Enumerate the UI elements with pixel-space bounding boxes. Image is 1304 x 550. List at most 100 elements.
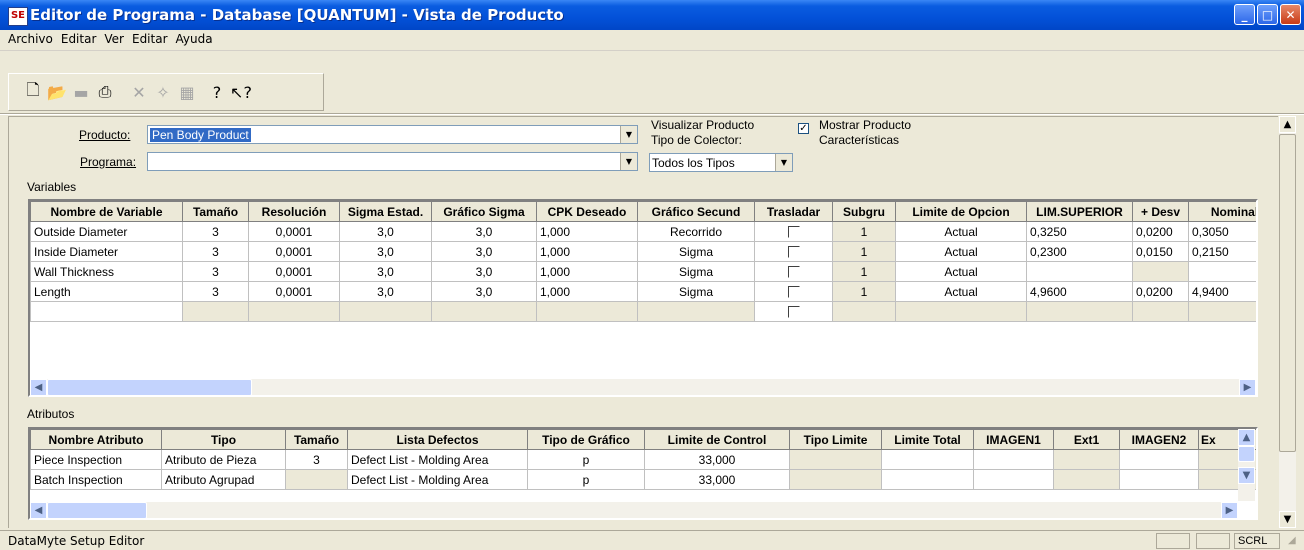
column-header[interactable]: IMAGEN2 [1119, 429, 1199, 450]
table-row[interactable]: Wall Thickness 3 0,0001 3,0 3,0 1,000 Si… [30, 261, 1256, 282]
variables-grid[interactable]: Nombre de Variable Tamaño Resolución Sig… [28, 199, 1258, 397]
menu-editar-2[interactable]: Editar [128, 30, 172, 46]
grid-cell[interactable]: Inside Diameter [30, 241, 183, 262]
new-icon[interactable]: 🗋 [22, 80, 44, 103]
save-icon[interactable]: ▬ [70, 81, 92, 103]
grid-cell[interactable]: Sigma [637, 261, 755, 282]
variables-horizontal-scrollbar[interactable]: ◀ ▶ [30, 378, 1256, 395]
column-header[interactable]: Tipo de Gráfico [527, 429, 645, 450]
grid-cell[interactable]: Atributo de Pieza [161, 449, 286, 470]
grid-cell[interactable]: 0,2150 [1188, 241, 1256, 262]
grid-cell[interactable] [536, 301, 638, 322]
grid-cell[interactable]: 1 [832, 261, 896, 282]
main-vertical-scrollbar[interactable]: ▲ ▼ [1279, 116, 1296, 528]
grid-cell[interactable]: Defect List - Molding Area [347, 449, 528, 470]
grid-cell[interactable]: Recorrido [637, 221, 755, 242]
grid-cell[interactable] [973, 469, 1054, 490]
grid-cell[interactable]: 1 [832, 281, 896, 302]
grid-cell[interactable] [182, 301, 249, 322]
grid-cell[interactable] [1026, 261, 1133, 282]
table-row-new[interactable] [30, 301, 1256, 322]
context-help-icon[interactable]: ↖? [230, 81, 252, 103]
column-header[interactable]: Nominal [1188, 201, 1256, 222]
column-header[interactable]: Tamaño [285, 429, 348, 450]
report-icon[interactable]: ▦ [176, 81, 198, 103]
scroll-right-icon[interactable]: ▶ [1221, 502, 1238, 518]
column-header[interactable]: Limite de Opcion [895, 201, 1027, 222]
grid-cell[interactable]: p [527, 449, 645, 470]
grid-cell[interactable]: Wall Thickness [30, 261, 183, 282]
grid-cell[interactable]: Length [30, 281, 183, 302]
menu-ver[interactable]: Ver [100, 30, 128, 46]
grid-cell[interactable]: Outside Diameter [30, 221, 183, 242]
table-row[interactable]: Outside Diameter 3 0,0001 3,0 3,0 1,000 … [30, 221, 1256, 242]
delete-icon[interactable]: ✕ [128, 81, 150, 103]
column-header[interactable]: Trasladar [754, 201, 833, 222]
grid-cell[interactable] [1188, 301, 1256, 322]
grid-cell[interactable] [789, 449, 882, 470]
grid-cell[interactable]: 1,000 [536, 241, 638, 262]
grid-cell[interactable]: 0,0001 [248, 281, 340, 302]
grid-cell[interactable]: 0,0001 [248, 241, 340, 262]
column-header[interactable]: + Desv [1132, 201, 1189, 222]
scroll-down-icon[interactable]: ▼ [1279, 511, 1296, 528]
grid-cell[interactable] [881, 449, 974, 470]
grid-cell[interactable] [285, 469, 348, 490]
table-row[interactable]: Length 3 0,0001 3,0 3,0 1,000 Sigma 1 Ac… [30, 281, 1256, 302]
column-header[interactable]: IMAGEN1 [973, 429, 1054, 450]
grid-cell[interactable] [637, 301, 755, 322]
atributos-grid[interactable]: Nombre Atributo Tipo Tamaño Lista Defect… [28, 427, 1258, 520]
grid-cell[interactable]: Sigma [637, 241, 755, 262]
grid-cell[interactable]: 1 [832, 241, 896, 262]
grid-cell[interactable]: 3 [182, 221, 249, 242]
grid-cell[interactable]: Piece Inspection [30, 449, 162, 470]
grid-cell[interactable] [973, 449, 1054, 470]
grid-cell[interactable] [1053, 449, 1120, 470]
scroll-down-icon[interactable]: ▼ [1238, 467, 1255, 484]
grid-cell[interactable] [1119, 469, 1199, 490]
grid-cell[interactable]: 3,0 [431, 281, 537, 302]
scroll-thumb[interactable] [1238, 446, 1255, 462]
scroll-thumb[interactable] [47, 502, 147, 518]
grid-cell[interactable]: 1,000 [536, 221, 638, 242]
grid-cell[interactable]: Atributo Agrupad [161, 469, 286, 490]
table-row[interactable]: Batch Inspection Atributo Agrupad Defect… [30, 469, 1256, 490]
grid-cell[interactable]: Actual [895, 281, 1027, 302]
table-row[interactable]: Inside Diameter 3 0,0001 3,0 3,0 1,000 S… [30, 241, 1256, 262]
grid-cell[interactable]: 0,0150 [1132, 241, 1189, 262]
close-button[interactable]: ✕ [1280, 4, 1301, 25]
grid-cell[interactable]: 0,0200 [1132, 221, 1189, 242]
menu-editar[interactable]: Editar [57, 30, 101, 46]
grid-cell[interactable] [1119, 449, 1199, 470]
column-header[interactable]: Limite Total [881, 429, 974, 450]
grid-cell[interactable]: 3 [182, 261, 249, 282]
atributos-vertical-scrollbar[interactable]: ▲ ▼ [1238, 429, 1255, 501]
grid-cell[interactable]: 1,000 [536, 281, 638, 302]
column-header[interactable]: Nombre de Variable [30, 201, 183, 222]
grid-cell[interactable]: 3,0 [431, 221, 537, 242]
column-header[interactable]: Ext1 [1053, 429, 1120, 450]
grid-cell[interactable]: Defect List - Molding Area [347, 469, 528, 490]
trasladar-checkbox[interactable] [754, 241, 833, 262]
grid-cell[interactable]: 3,0 [431, 261, 537, 282]
column-header[interactable]: Lista Defectos [347, 429, 528, 450]
grid-cell[interactable] [339, 301, 432, 322]
menu-ayuda[interactable]: Ayuda [172, 30, 217, 46]
grid-cell[interactable]: 3 [285, 449, 348, 470]
help-icon[interactable]: ? [206, 81, 228, 103]
grid-cell[interactable] [1132, 261, 1189, 282]
wizard-icon[interactable]: ✧ [152, 81, 174, 103]
minimize-button[interactable]: _ [1234, 4, 1255, 25]
grid-cell[interactable]: 3 [182, 241, 249, 262]
grid-cell[interactable]: 0,3250 [1026, 221, 1133, 242]
grid-cell[interactable]: 4,9400 [1188, 281, 1256, 302]
grid-cell[interactable]: 3,0 [339, 241, 432, 262]
grid-cell[interactable]: 33,000 [644, 449, 790, 470]
scroll-thumb[interactable] [1279, 134, 1296, 452]
trasladar-checkbox[interactable] [754, 221, 833, 242]
grid-cell[interactable]: 3,0 [431, 241, 537, 262]
column-header[interactable]: Resolución [248, 201, 340, 222]
atributos-horizontal-scrollbar[interactable]: ◀ ▶ [30, 501, 1238, 518]
chevron-down-icon[interactable]: ▼ [775, 154, 792, 171]
scroll-up-icon[interactable]: ▲ [1279, 116, 1296, 133]
